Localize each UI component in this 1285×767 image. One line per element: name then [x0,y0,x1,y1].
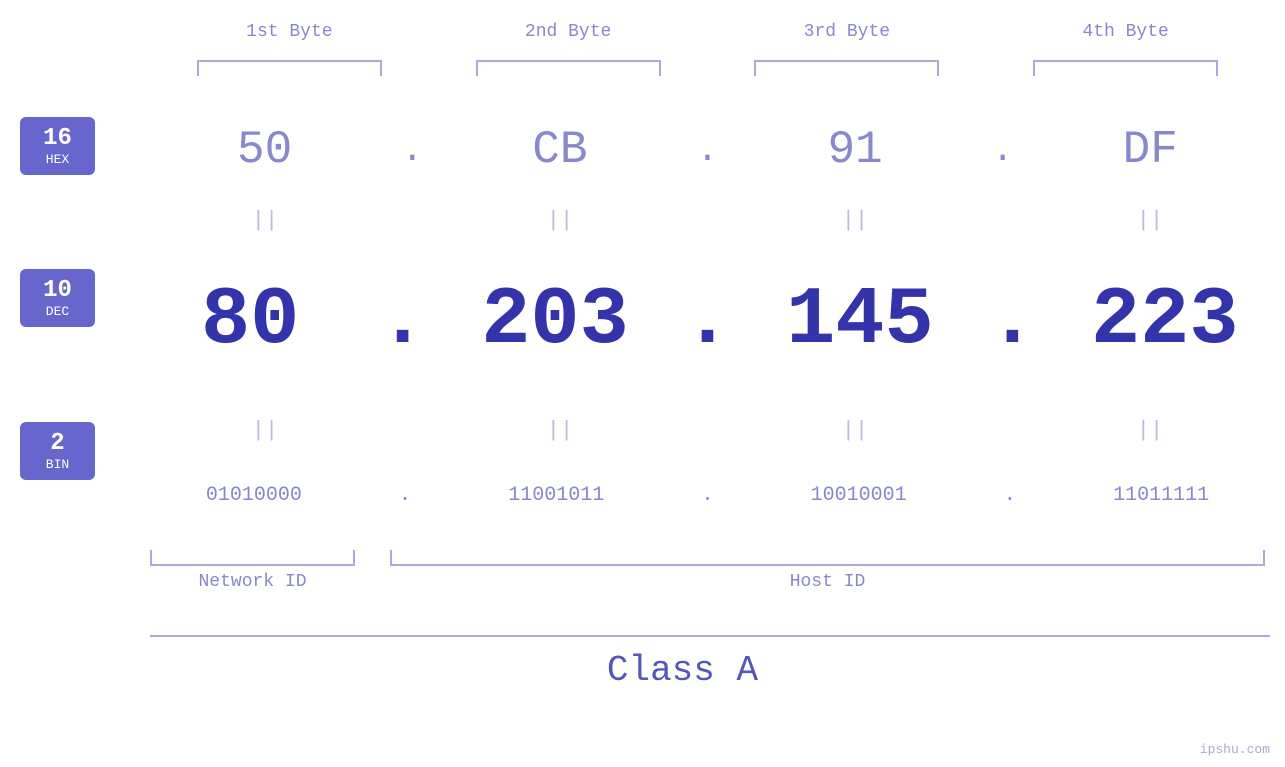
hex-label: HEX [25,152,90,167]
bracket-top-2 [476,60,661,76]
eq2-2: || [468,418,653,443]
page: 1st Byte 2nd Byte 3rd Byte 4th Byte 16 H… [0,0,1285,767]
class-label-container: Class A [0,650,1285,691]
bin-val-2: 11001011 [464,484,649,507]
bin-number: 2 [25,430,90,457]
byte2-header: 2nd Byte [468,22,668,42]
eq1-4: || [1058,208,1243,233]
dec-label: DEC [25,304,90,319]
eq1-2: || [468,208,653,233]
equals-row-2: || || || || [130,410,1285,450]
bin-badge: 2 BIN [20,422,95,480]
dec-val-1: 80 [158,274,343,367]
equals-row-1: || || || || [130,200,1285,240]
dec-number: 10 [25,277,90,304]
id-labels-row: Network ID Host ID [130,572,1285,592]
bin-dot-3: . [1004,484,1016,507]
network-id-label: Network ID [150,572,355,592]
byte1-header: 1st Byte [189,22,389,42]
dec-val-3: 145 [767,274,952,367]
hex-dot-2: . [697,130,719,171]
hex-val-2: CB [467,124,652,176]
bracket-top-3 [754,60,939,76]
hex-badge: 16 HEX [20,117,95,175]
bin-dot-1: . [399,484,411,507]
dec-dot-1: . [378,274,427,367]
bottom-brackets [130,550,1285,566]
network-bracket [150,550,355,566]
hex-val-4: DF [1058,124,1243,176]
eq1-3: || [763,208,948,233]
hex-number: 16 [25,125,90,152]
dec-row: 80 . 203 . 145 . 223 [130,240,1285,400]
watermark: ipshu.com [1200,742,1270,757]
eq2-4: || [1058,418,1243,443]
dec-val-4: 223 [1072,274,1257,367]
hex-dot-1: . [401,130,423,171]
eq1-1: || [173,208,358,233]
bin-val-1: 01010000 [161,484,346,507]
eq2-1: || [173,418,358,443]
byte3-header: 3rd Byte [747,22,947,42]
byte4-header: 4th Byte [1026,22,1226,42]
host-bracket [390,550,1265,566]
bin-val-4: 11011111 [1069,484,1254,507]
hex-val-3: 91 [763,124,948,176]
dec-dot-3: . [988,274,1037,367]
hex-row: 50 . CB . 91 . DF [130,110,1285,190]
dec-val-2: 203 [463,274,648,367]
hex-val-1: 50 [172,124,357,176]
host-id-label: Host ID [390,572,1265,592]
eq2-3: || [763,418,948,443]
bin-row: 01010000 . 11001011 . 10010001 . 1101111… [130,455,1285,535]
class-a-label: Class A [607,650,758,691]
bin-label: BIN [25,457,90,472]
bin-dot-2: . [701,484,713,507]
bracket-top-4 [1033,60,1218,76]
hex-dot-3: . [992,130,1014,171]
bracket-top-1 [197,60,382,76]
bin-val-3: 10010001 [766,484,951,507]
dec-badge: 10 DEC [20,269,95,327]
dec-dot-2: . [683,274,732,367]
class-line [150,635,1270,637]
